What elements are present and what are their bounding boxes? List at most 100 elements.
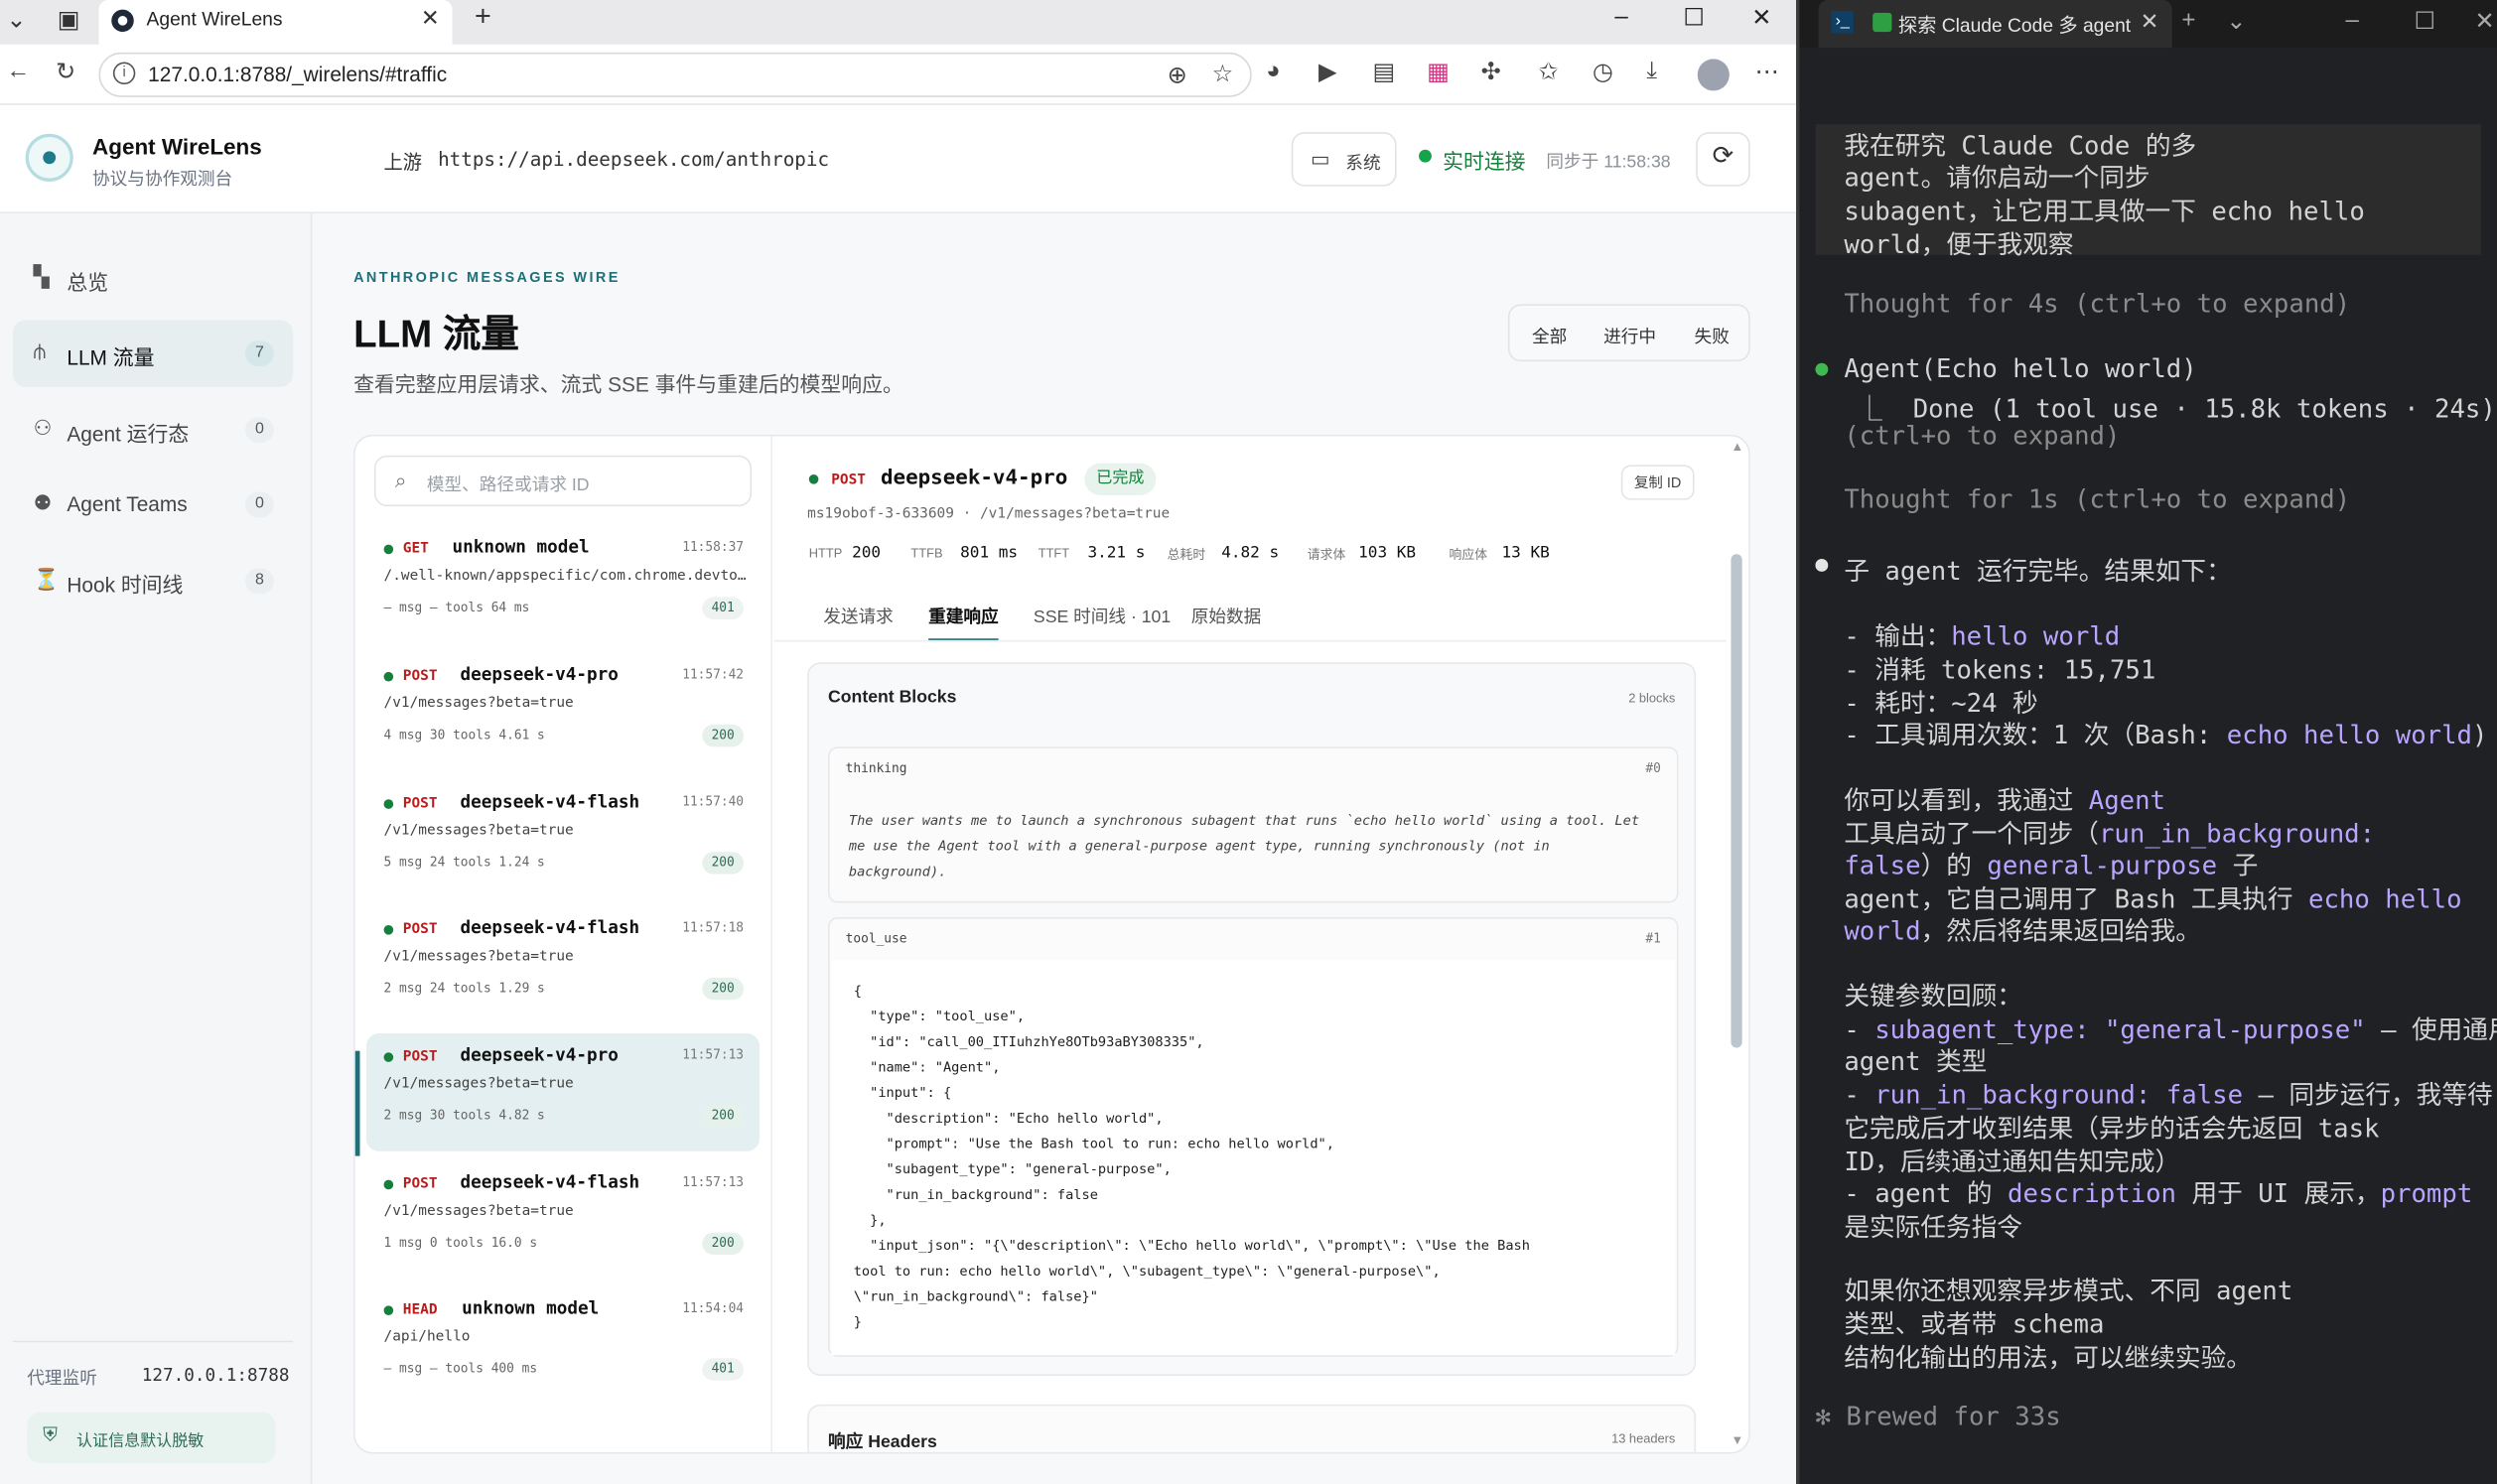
history-icon[interactable]: ◷ [1593, 58, 1613, 85]
terminal-text: run_in_background: false [1874, 1079, 2244, 1111]
request-row[interactable]: GET unknown model 11:58:37 /.well-known/app… [366, 525, 760, 643]
favorites-icon[interactable]: ✩ [1538, 58, 1558, 85]
tool-use-block: tool_use #1 { "type": "tool_use", "id": … [828, 916, 1679, 1357]
request-row[interactable]: POST deepseek-v4-pro 11:57:42/v1/messages?… [366, 653, 760, 771]
tab-sse-timeline[interactable]: SSE 时间线 · 101 [1034, 604, 1171, 629]
refresh-icon: ⟳ [1712, 143, 1734, 171]
site-info-icon[interactable]: i [112, 62, 136, 85]
reload-icon[interactable]: ↻ [56, 58, 75, 85]
browser-tab-wirelens[interactable]: Agent WireLens ✕ [98, 0, 453, 45]
back-icon[interactable]: ← [6, 58, 30, 84]
content-blocks-card: Content Blocks 2 blocks thinking #0 The … [807, 662, 1697, 1376]
block-type: thinking [845, 760, 907, 776]
scroll-up-icon[interactable]: ▲ [1731, 440, 1743, 454]
system-button[interactable]: ▭ 系统 [1291, 132, 1397, 187]
request-time: 11:57:18 [682, 920, 745, 935]
terminal-text: Thought for 1s (ctrl+o to expand) [1844, 483, 2351, 515]
terminal-text: - 消耗 tokens: 15,751 [1844, 654, 2156, 685]
filter-failed[interactable]: 失败 [1695, 324, 1730, 349]
sidebar-item-llm-traffic[interactable]: ⫛ LLM 流量 7 [12, 320, 294, 387]
sidebar-item-hook-timeline[interactable]: ⏳ Hook 时间线 8 [13, 548, 293, 614]
request-status-code: 200 [702, 852, 745, 875]
block-index: #1 [1645, 931, 1661, 946]
download-icon[interactable]: ⤓ [1646, 58, 1657, 84]
url-field[interactable]: i 127.0.0.1:8788/_wirelens/#traffic ⊕ ☆ [98, 52, 1252, 97]
play-icon[interactable]: ▶ [1318, 58, 1337, 85]
thinking-block: thinking #0 The user wants me to launch … [828, 746, 1679, 903]
status-filter-group: 全部 进行中 失败 [1507, 304, 1750, 362]
traffic-panel: ⌕ 模型、路径或请求 ID GET unknown model 11:58:37 /.… [353, 434, 1750, 1454]
tab-list-icon[interactable]: ⌄ [6, 5, 26, 34]
request-search-input[interactable]: ⌕ 模型、路径或请求 ID [373, 455, 753, 507]
copy-id-button[interactable]: 复制 ID [1620, 465, 1695, 500]
sidebar-item-agent-runtime[interactable]: ⚇ Agent 运行态 0 [13, 396, 293, 463]
request-row[interactable]: POST deepseek-v4-flash 11:57:40/v1/message… [366, 780, 760, 898]
request-path: /v1/messages?beta=true [383, 695, 574, 713]
wirelens-favicon-icon [111, 9, 134, 33]
metric-value: 13 KB [1501, 544, 1550, 563]
request-model: deepseek-v4-flash [460, 791, 640, 813]
tab-raw-data[interactable]: 原始数据 [1191, 604, 1262, 629]
profile-icon[interactable] [1697, 59, 1730, 91]
request-row[interactable]: POST deepseek-v4-pro 11:57:13/v1/messages?… [365, 1033, 761, 1151]
app-subtitle: 协议与协作观测台 [92, 170, 233, 190]
metric-label: HTTP [808, 546, 843, 561]
tab-divider [773, 639, 1727, 642]
request-row[interactable]: POST deepseek-v4-flash 11:57:18/v1/message… [366, 906, 760, 1024]
filter-all[interactable]: 全部 [1532, 324, 1567, 349]
terminal-text: world，便于我观察 [1844, 228, 2074, 260]
refresh-button[interactable]: ⟳ [1696, 132, 1750, 187]
sidebar-item-overview[interactable]: ▚ 总览 [13, 245, 293, 312]
tab-rebuilt-response[interactable]: 重建响应 [928, 604, 999, 642]
close-window-icon[interactable]: ✕ [1751, 3, 1771, 32]
extensions-icon[interactable]: ✣ [1481, 58, 1501, 85]
terminal-dropdown-icon[interactable]: ⌄ [2226, 6, 2246, 35]
reader-icon[interactable]: ▤ [1373, 58, 1396, 85]
scroll-down-icon[interactable]: ▼ [1731, 1433, 1743, 1447]
request-stats: 2 msg 30 tools 4.82 s [383, 1108, 545, 1123]
bookmark-star-icon[interactable]: ☆ [1212, 59, 1234, 87]
auth-label: 认证信息默认脱敏 [75, 1432, 205, 1451]
maximize-icon[interactable]: ☐ [1683, 3, 1705, 32]
tab-send-request[interactable]: 发送请求 [823, 604, 894, 629]
terminal-minimize-icon[interactable]: – [2346, 6, 2359, 33]
close-terminal-tab-icon[interactable]: ✕ [2141, 8, 2159, 35]
hook-icon: ⏳ [33, 567, 60, 592]
request-row[interactable]: POST deepseek-v4-flash 11:57:13/v1/message… [366, 1160, 760, 1279]
code-line: { [853, 984, 862, 1001]
request-row[interactable]: HEAD unknown model 11:54:04/api/hello – msg… [366, 1286, 760, 1405]
request-path: /v1/messages?beta=true [383, 1203, 574, 1220]
terminal-close-icon[interactable]: ✕ [2474, 6, 2494, 35]
new-tab-icon[interactable]: + [475, 0, 491, 34]
request-status-dot [383, 1052, 394, 1062]
terminal-tab[interactable]: ›_ 探索 Claude Code 多 agent ✕ [1818, 0, 2172, 49]
response-headers-title: 响应 Headers [828, 1432, 937, 1452]
detail-method: POST [831, 472, 867, 489]
browser-window: ⌄ ▣ Agent WireLens ✕ + – ☐ ✕ ← ↻ i 127.0… [0, 0, 1797, 1484]
close-tab-icon[interactable]: ✕ [421, 5, 440, 32]
new-terminal-tab-icon[interactable]: + [2181, 6, 2195, 33]
sidebar-item-label: Hook 时间线 [67, 573, 184, 598]
request-method: POST [402, 796, 438, 813]
sidebar-item-agent-teams[interactable]: ⚉ Agent Teams 0 [13, 472, 293, 538]
extension-avatar-icon[interactable]: ◕ [1266, 58, 1281, 84]
request-method: POST [402, 1049, 438, 1066]
app-header: Agent WireLens 协议与协作观测台 上游 https://api.d… [0, 104, 1797, 213]
filter-in-progress[interactable]: 进行中 [1603, 324, 1656, 349]
selected-indicator [354, 1050, 360, 1156]
terminal-maximize-icon[interactable]: ☐ [2415, 6, 2436, 35]
workspaces-icon[interactable]: ▣ [58, 5, 80, 34]
more-menu-icon[interactable]: ⋯ [1754, 58, 1778, 85]
response-headers-card[interactable]: 响应 Headers 13 headers [807, 1404, 1697, 1452]
code-line: "description": "Echo hello world", [853, 1111, 1164, 1128]
detail-scrollbar[interactable] [1731, 554, 1742, 1048]
minimize-icon[interactable]: – [1614, 3, 1627, 30]
metric-label: 总耗时 [1167, 547, 1206, 563]
request-time: 11:57:40 [682, 794, 745, 809]
request-stats: 1 msg 0 tools 16.0 s [383, 1235, 538, 1251]
page-title: LLM 流量 [353, 314, 519, 357]
translate-icon[interactable]: ▦ [1427, 58, 1450, 85]
zoom-icon[interactable]: ⊕ [1168, 61, 1187, 89]
live-status-label: 实时连接 [1443, 149, 1526, 174]
code-line: "prompt": "Use the Bash tool to run: ech… [853, 1137, 1334, 1153]
